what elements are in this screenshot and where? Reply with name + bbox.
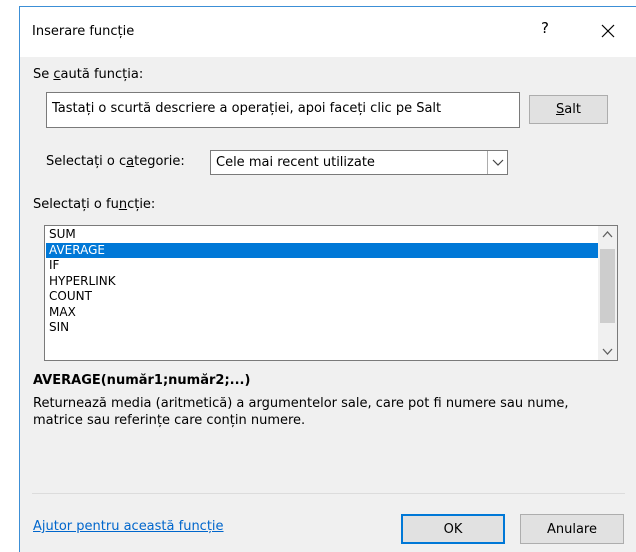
ok-button[interactable]: OK [401,514,505,544]
function-item-sum[interactable]: SUM [46,227,598,243]
close-icon [601,24,615,38]
dialog-title: Inserare funcție [32,24,135,39]
scrollbar-thumb[interactable] [600,249,615,323]
category-label: Selectați o categorie: [46,154,185,169]
cancel-button[interactable]: Anulare [520,514,624,544]
function-item-if[interactable]: IF [46,258,598,274]
divider [32,493,625,494]
help-link[interactable]: Ajutor pentru această funcție [33,519,224,534]
title-bar: Inserare funcție ? [20,7,636,57]
insert-function-dialog: Inserare funcție ? Se caută funcția: Tas… [19,6,636,552]
function-list-items: SUM AVERAGE IF HYPERLINK COUNT MAX SIN [46,227,598,336]
search-label: Se caută funcția: [33,67,144,82]
go-button[interactable]: Salt [529,95,608,124]
scroll-down-button[interactable] [598,343,617,360]
function-list-scrollbar[interactable] [598,226,617,360]
category-selected-value: Cele mai recent utilizate [216,155,375,170]
chevron-down-icon [602,348,613,355]
function-list[interactable]: SUM AVERAGE IF HYPERLINK COUNT MAX SIN [44,225,618,361]
category-dropdown-button[interactable] [487,151,507,174]
function-signature: AVERAGE(număr1;număr2;...) [33,373,251,388]
function-item-max[interactable]: MAX [46,305,598,321]
help-button[interactable]: ? [534,19,556,43]
category-select[interactable]: Cele mai recent utilizate [210,150,508,175]
search-input[interactable]: Tastați o scurtă descriere a operației, … [46,92,520,128]
function-item-count[interactable]: COUNT [46,289,598,305]
function-item-hyperlink[interactable]: HYPERLINK [46,274,598,290]
chevron-up-icon [602,231,613,238]
scroll-up-button[interactable] [598,226,617,243]
function-description: Returnează media (aritmetică) a argument… [33,396,569,428]
functions-label: Selectați o funcție: [33,197,156,212]
chevron-down-icon [492,159,504,166]
function-item-average[interactable]: AVERAGE [46,242,598,258]
close-button[interactable] [594,16,622,46]
function-item-sin[interactable]: SIN [46,320,598,336]
